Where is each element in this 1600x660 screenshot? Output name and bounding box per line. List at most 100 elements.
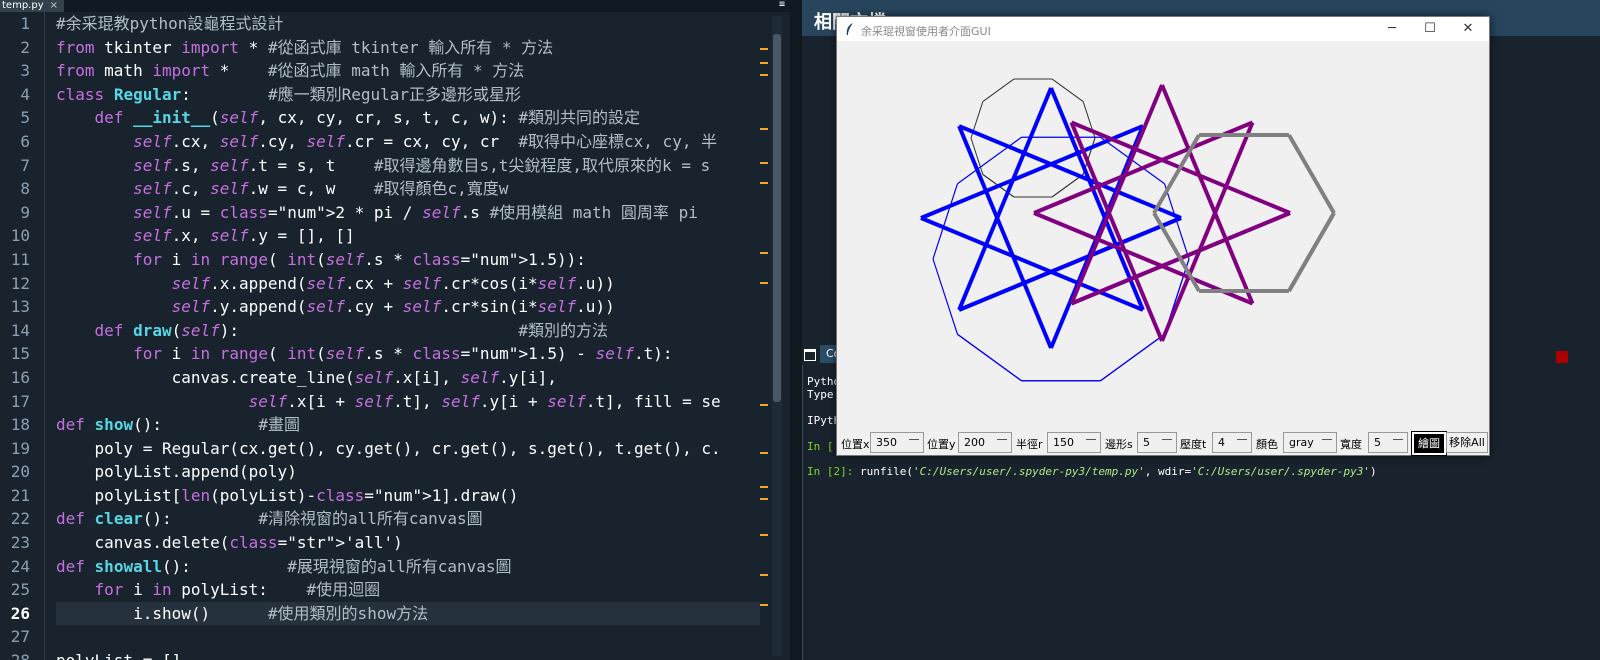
maximize-button[interactable]: ☐ <box>1415 19 1445 39</box>
color-combobox[interactable]: gray <box>1283 432 1337 453</box>
draw-button[interactable]: 繪圖 <box>1411 431 1447 456</box>
line-number: 19 <box>10 438 30 458</box>
console-prompt: In [ <box>807 440 834 453</box>
scrollbar-thumb[interactable] <box>773 34 781 402</box>
t-spinbox[interactable]: 4 <box>1212 432 1252 453</box>
code-line[interactable]: self.c, self.w = c, w #取得顏色c,寬度w <box>56 177 760 201</box>
code-line[interactable]: poly = Regular(cx.get(), cy.get(), cr.ge… <box>56 437 760 461</box>
pane-splitter[interactable] <box>790 0 802 660</box>
warning-marker[interactable] <box>760 404 768 406</box>
code-line[interactable]: from math import * #從函式庫 math 輸入所有 * 方法 <box>56 59 760 83</box>
tab-temp-py[interactable]: temp.py × <box>0 0 64 12</box>
window-titlebar[interactable]: 余采琨視窗使用者介面GUI ─ ☐ ✕ <box>837 17 1489 41</box>
minimize-button[interactable]: ─ <box>1377 19 1407 39</box>
code-editor[interactable]: temp.py × ≡ 1 2 3 4 5 6 7 8 9 10 11 12 13 14 15 16 17 18 19… <box>0 0 790 660</box>
code-line[interactable]: def showall(): #展現視窗的all所有canvas圖 <box>56 555 760 579</box>
line-number: 21 <box>10 485 30 505</box>
code-line[interactable]: self.cx, self.cy, self.cr = cx, cy, cr #… <box>56 130 760 154</box>
dropdown-arrow-icon <box>997 437 1007 440</box>
line-number: 20 <box>10 462 30 482</box>
tk-gui-window[interactable]: 余采琨視窗使用者介面GUI ─ ☐ ✕ 位置x 350 位置y 200 半徑r … <box>836 16 1490 456</box>
code-line[interactable]: def __init__(self, cx, cy, cr, s, t, c, … <box>56 106 760 130</box>
s-value: 5 <box>1143 436 1150 449</box>
warning-marker[interactable] <box>760 162 768 164</box>
code-line[interactable]: for i in range( int(self.s * class="num"… <box>56 342 760 366</box>
warning-marker[interactable] <box>760 486 768 488</box>
r-label: 半徑r <box>1016 438 1043 451</box>
line-number: 24 <box>10 556 30 576</box>
warning-marker[interactable] <box>760 74 768 76</box>
warning-marker[interactable] <box>760 534 768 536</box>
y-value: 200 <box>964 436 985 449</box>
code-line[interactable]: def draw(self): #類別的方法 <box>56 319 760 343</box>
editor-scrollbar[interactable] <box>772 16 782 656</box>
code-line[interactable]: class Regular: #應一類別Regular正多邊形或星形 <box>56 83 760 107</box>
gutter-divider <box>44 12 45 660</box>
line-number: 3 <box>20 61 30 81</box>
gray-hexagon-segment <box>1287 212 1336 292</box>
console-runfile-end: ) <box>1369 465 1377 478</box>
line-number: 5 <box>20 108 30 128</box>
warning-marker[interactable] <box>760 62 768 64</box>
editor-tabbar: temp.py × ≡ <box>0 0 790 12</box>
r-spinbox[interactable]: 150 <box>1047 432 1101 453</box>
code-line[interactable]: polyList = [] <box>56 649 760 660</box>
console-runfile-path: 'C:/Users/user/.spyder-py3/temp.py' <box>912 465 1145 478</box>
warning-marker[interactable] <box>760 574 768 576</box>
control-bar: 位置x 350 位置y 200 半徑r 150 邊形s 5 壓度t 4 顏色 g… <box>837 431 1489 456</box>
menu-icon[interactable]: ≡ <box>776 0 788 12</box>
warning-marker[interactable] <box>760 48 768 50</box>
remove-all-button[interactable]: 移除All <box>1446 432 1488 453</box>
code-line[interactable]: polyList[len(polyList)-class="num">1].dr… <box>56 484 760 508</box>
dropdown-arrow-icon <box>1086 437 1096 440</box>
y-spinbox[interactable]: 200 <box>958 432 1012 453</box>
line-number: 15 <box>10 344 30 364</box>
code-line[interactable]: for i in polyList: #使用迴圈 <box>56 578 760 602</box>
warning-marker[interactable] <box>760 452 768 454</box>
dropdown-arrow-icon <box>1162 437 1172 440</box>
s-spinbox[interactable]: 5 <box>1137 432 1177 453</box>
line-number-gutter: 1 2 3 4 5 6 7 8 9 10 11 12 13 14 15 16 17 18 19 20 21 22 23 24 2… <box>0 12 44 660</box>
width-spinbox[interactable]: 5 <box>1368 432 1408 453</box>
tab-label: temp.py <box>2 0 44 11</box>
line-number: 17 <box>10 391 30 411</box>
code-line[interactable]: self.x.append(self.cx + self.cr*cos(i*se… <box>56 272 760 296</box>
warning-marker[interactable] <box>760 604 768 606</box>
code-line[interactable]: from tkinter import * #從函式庫 tkinter 輸入所有… <box>56 36 760 60</box>
warning-marker[interactable] <box>760 252 768 254</box>
code-line[interactable]: self.y.append(self.cy + self.cr*sin(i*se… <box>56 295 760 319</box>
code-line[interactable]: self.u = class="num">2 * pi / self.s #使用… <box>56 201 760 225</box>
code-line[interactable]: for i in range( int(self.s * class="num"… <box>56 248 760 272</box>
x-spinbox[interactable]: 350 <box>870 432 924 453</box>
code-line[interactable]: canvas.delete(class="str">'all') <box>56 531 760 555</box>
console-window-icon[interactable] <box>804 349 816 361</box>
drawing-canvas[interactable] <box>837 41 1489 427</box>
close-button[interactable]: ✕ <box>1453 19 1483 39</box>
code-area[interactable]: #余采琨教python設龜程式設計 from tkinter import * #… <box>56 12 760 660</box>
code-line[interactable]: #余采琨教python設龜程式設計 <box>56 12 760 36</box>
code-line[interactable]: i.show() #使用類別的show方法 <box>56 601 760 626</box>
line-number: 8 <box>20 179 30 199</box>
close-icon[interactable]: × <box>50 0 58 11</box>
code-line[interactable]: def show(): #畫圖 <box>56 413 760 437</box>
warning-marker[interactable] <box>760 128 768 130</box>
code-line[interactable]: self.x[i + self.t], self.y[i + self.t], … <box>56 390 760 414</box>
stop-kernel-icon[interactable] <box>1556 351 1568 363</box>
gray-hexagon-segment <box>1287 134 1336 215</box>
line-number: 13 <box>10 297 30 317</box>
large-decagon-segment <box>957 333 1022 382</box>
code-line[interactable] <box>56 625 760 649</box>
line-number: 18 <box>10 415 30 435</box>
code-line[interactable]: self.s, self.t = s, t #取得邊角數目s,t尖銳程度,取代原… <box>56 154 760 178</box>
code-line[interactable]: def clear(): #清除視窗的all所有canvas圖 <box>56 507 760 531</box>
warning-marker[interactable] <box>760 282 768 284</box>
warning-marker[interactable] <box>760 182 768 184</box>
code-line[interactable]: self.x, self.y = [], [] <box>56 224 760 248</box>
warning-marker[interactable] <box>760 498 768 500</box>
s-label: 邊形s <box>1105 438 1133 451</box>
window-title: 余采琨視窗使用者介面GUI <box>861 25 991 38</box>
code-line[interactable]: canvas.create_line(self.x[i], self.y[i], <box>56 366 760 390</box>
console-banner-line: Type <box>807 388 834 401</box>
code-line[interactable]: polyList.append(poly) <box>56 460 760 484</box>
line-number: 9 <box>20 202 30 222</box>
